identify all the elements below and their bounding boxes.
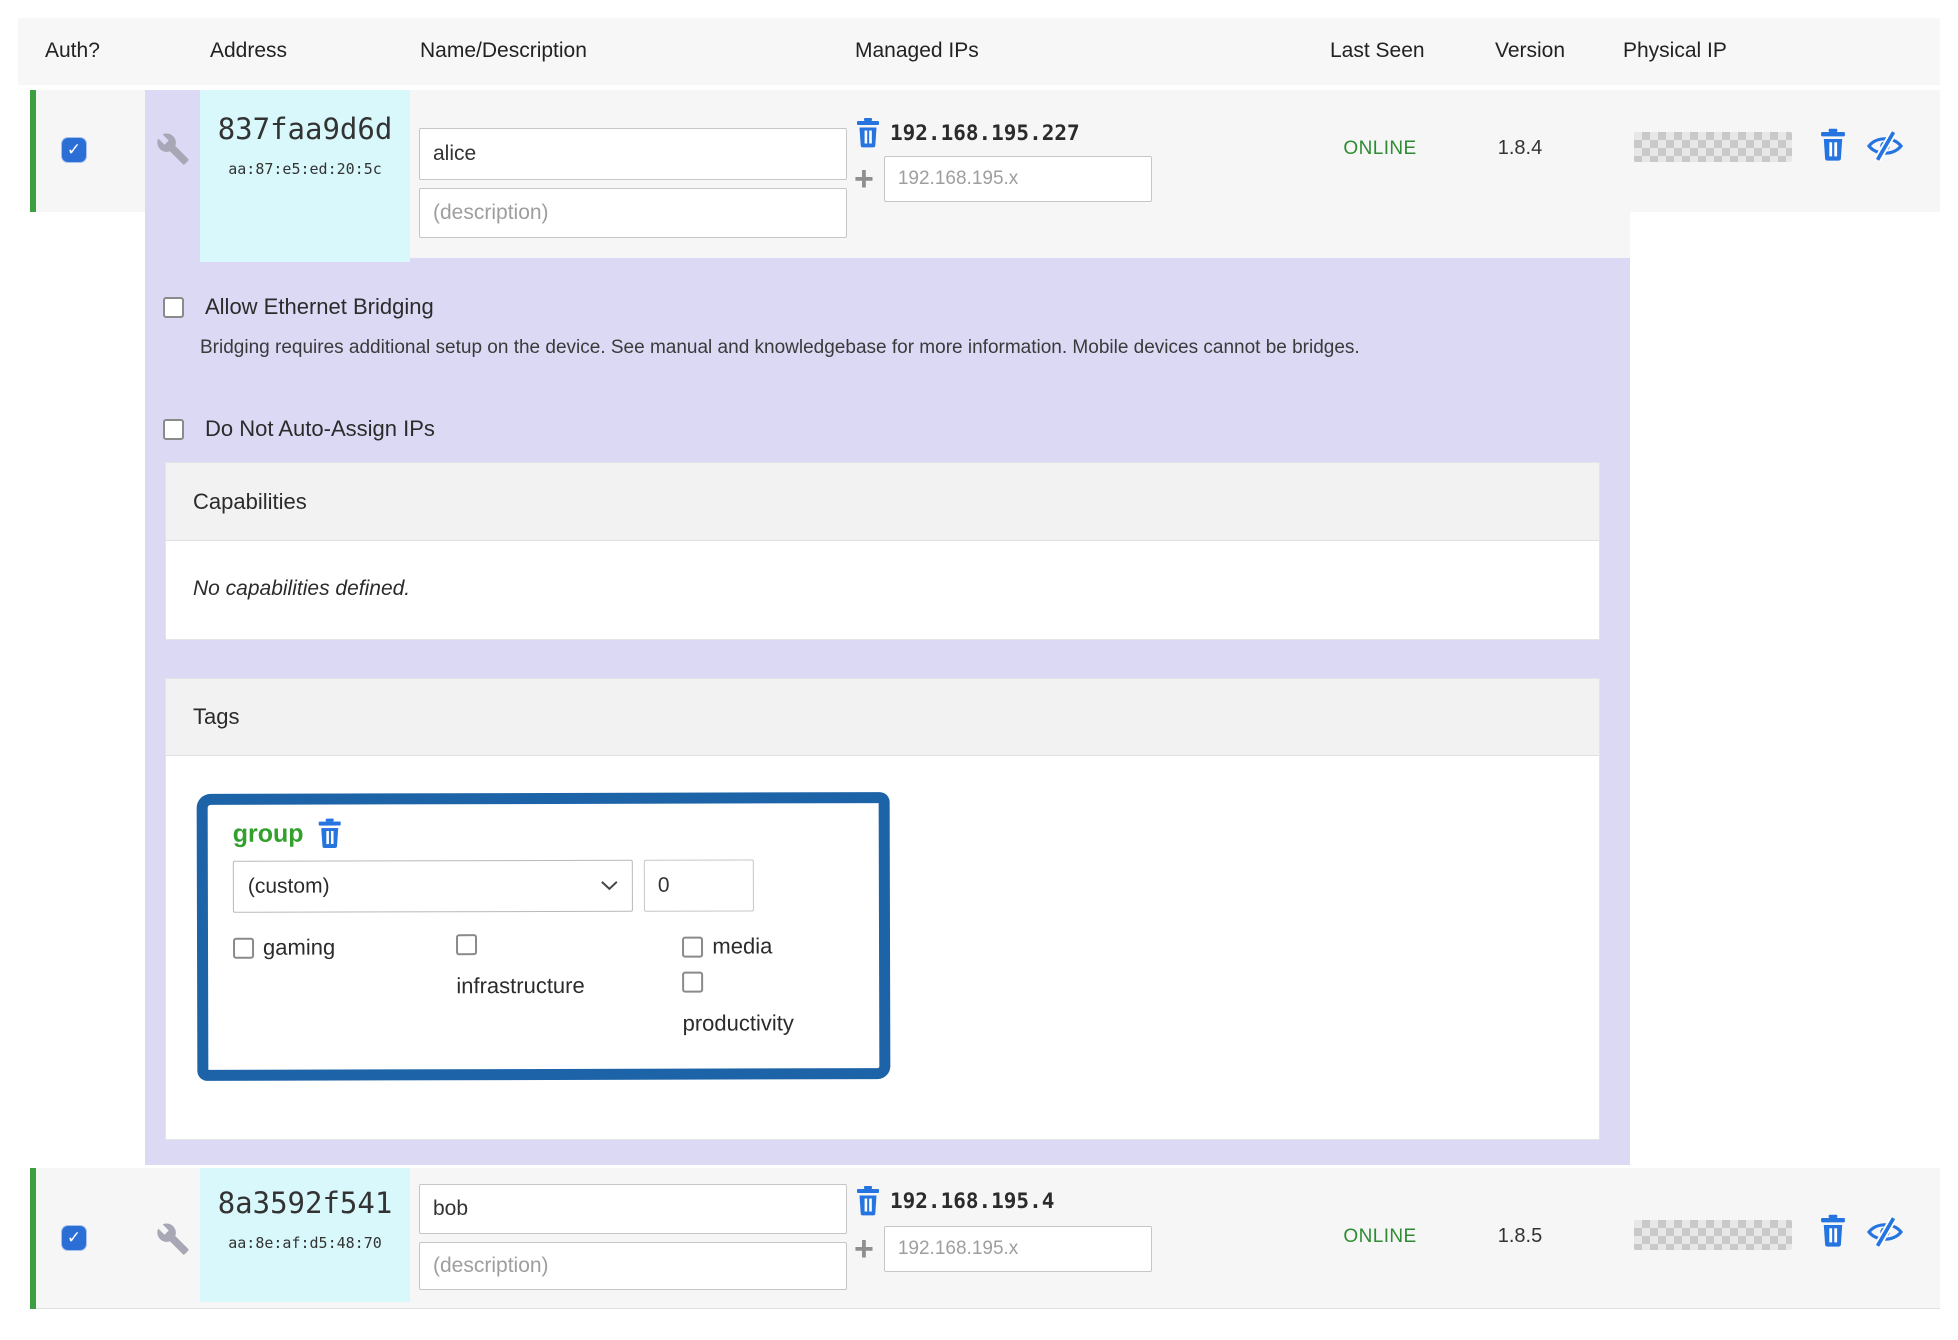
name-input[interactable] — [419, 128, 847, 180]
tag-enum-select[interactable]: (custom) — [233, 860, 633, 913]
capabilities-title: Capabilities — [166, 463, 1599, 541]
no-auto-assign-label: Do Not Auto-Assign IPs — [205, 416, 435, 442]
column-header-version: Version — [1495, 39, 1565, 63]
ethernet-bridging-checkbox[interactable] — [163, 297, 184, 318]
name-input[interactable] — [419, 1184, 847, 1234]
auth-checkbox[interactable]: ✓ — [62, 1226, 86, 1250]
node-mac: aa:8e:af:d5:48:70 — [200, 1234, 410, 1252]
delete-member-icon[interactable] — [1820, 128, 1846, 162]
description-input[interactable] — [419, 188, 847, 238]
wrench-icon[interactable] — [156, 132, 190, 166]
tag-option-checkbox-media[interactable] — [682, 936, 703, 957]
delete-tag-icon[interactable] — [318, 819, 342, 849]
physical-ip-redacted — [1634, 132, 1792, 162]
tag-option-label-infrastructure: infrastructure — [456, 973, 682, 1000]
expanded-wrench-strip — [145, 90, 200, 258]
capabilities-empty-text: No capabilities defined. — [166, 541, 1599, 601]
address-cell: 837faa9d6d aa:87:e5:ed:20:5c — [200, 90, 410, 262]
version-value: 1.8.4 — [1478, 137, 1562, 160]
member-row-extension — [200, 212, 1630, 258]
hide-physical-ip-icon[interactable] — [1866, 130, 1904, 162]
delete-member-icon[interactable] — [1820, 1214, 1846, 1248]
row-accent-bar — [30, 90, 36, 212]
tag-option-label-media: media — [712, 933, 772, 959]
tag-name: group — [233, 819, 304, 848]
add-ip-input[interactable] — [884, 1226, 1152, 1272]
address-cell: 8a3592f541 aa:8e:af:d5:48:70 — [200, 1168, 410, 1302]
add-ip-icon[interactable]: + — [854, 167, 874, 191]
ethernet-bridging-label: Allow Ethernet Bridging — [205, 294, 434, 320]
delete-managed-ip-icon[interactable] — [856, 118, 880, 148]
status-badge: ONLINE — [1322, 1226, 1438, 1248]
tag-option-label-productivity: productivity — [683, 1010, 880, 1037]
column-header-last-seen: Last Seen — [1330, 39, 1425, 63]
managed-ip-value: 192.168.195.4 — [890, 1189, 1054, 1213]
row-accent-bar — [30, 1168, 36, 1309]
managed-ip-value: 192.168.195.227 — [890, 121, 1080, 145]
add-ip-input[interactable] — [884, 156, 1152, 202]
bridging-note: Bridging requires additional setup on th… — [200, 328, 1570, 367]
tags-title: Tags — [166, 679, 1599, 756]
tag-option-checkbox-gaming[interactable] — [233, 937, 254, 958]
table-header: Auth? Address Name/Description Managed I… — [18, 18, 1940, 85]
wrench-icon[interactable] — [156, 1222, 190, 1256]
tag-enum-selected: (custom) — [248, 875, 330, 899]
status-badge: ONLINE — [1322, 138, 1438, 160]
delete-managed-ip-icon[interactable] — [856, 1186, 880, 1216]
add-ip-icon[interactable]: + — [854, 1237, 874, 1261]
version-value: 1.8.5 — [1478, 1225, 1562, 1248]
description-input[interactable] — [419, 1242, 847, 1290]
tag-value-input[interactable] — [644, 859, 754, 911]
hide-physical-ip-icon[interactable] — [1866, 1216, 1904, 1248]
node-address: 8a3592f541 — [200, 1186, 410, 1220]
capabilities-card: Capabilities No capabilities defined. — [165, 462, 1600, 640]
tag-option-label-gaming: gaming — [263, 935, 335, 961]
no-auto-assign-checkbox[interactable] — [163, 419, 184, 440]
column-header-managed-ips: Managed IPs — [855, 39, 979, 63]
network-members-table: Auth? Address Name/Description Managed I… — [0, 0, 1958, 1340]
column-header-physical-ip: Physical IP — [1623, 39, 1727, 63]
tag-option-checkbox-productivity[interactable] — [682, 972, 703, 993]
tag-group-box: group (custom) gaming infrastructure — [197, 792, 891, 1081]
tag-option-checkbox-infrastructure[interactable] — [456, 934, 477, 955]
physical-ip-redacted — [1634, 1220, 1792, 1250]
column-header-auth: Auth? — [45, 39, 100, 63]
node-mac: aa:87:e5:ed:20:5c — [200, 160, 410, 178]
column-header-name: Name/Description — [420, 39, 587, 63]
column-header-address: Address — [210, 39, 287, 63]
auth-checkbox[interactable]: ✓ — [62, 138, 86, 162]
node-address: 837faa9d6d — [200, 112, 410, 146]
chevron-down-icon — [601, 881, 618, 891]
